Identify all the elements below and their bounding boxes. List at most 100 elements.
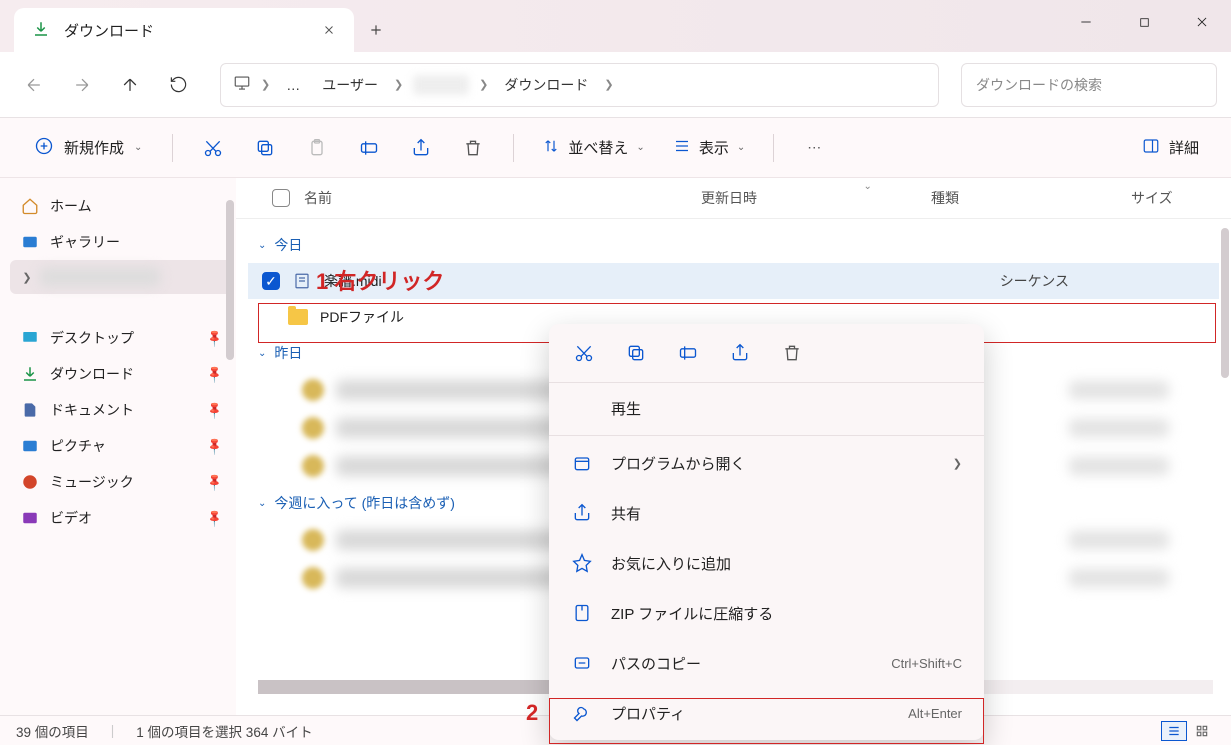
search-input[interactable]: ダウンロードの検索 xyxy=(961,63,1217,107)
wrench-icon xyxy=(571,702,593,724)
breadcrumb-bar[interactable]: ❯ … ユーザー ❯ ❯ ダウンロード ❯ xyxy=(220,63,939,107)
sidebar-item-videos[interactable]: ビデオ 📌 xyxy=(10,500,232,536)
pin-icon[interactable]: 📌 xyxy=(204,364,224,384)
cut-button[interactable] xyxy=(191,128,235,168)
close-window-button[interactable] xyxy=(1173,0,1231,44)
sidebar-item-pictures[interactable]: ピクチャ 📌 xyxy=(10,428,232,464)
sidebar-label: ギャラリー xyxy=(50,232,120,252)
ctx-share[interactable]: 共有 xyxy=(549,488,984,538)
chevron-down-icon: ⌄ xyxy=(258,240,266,251)
ctx-play[interactable]: 再生 xyxy=(549,383,984,433)
view-button[interactable]: 表示 ⌄ xyxy=(663,131,755,165)
sidebar-item-downloads[interactable]: ダウンロード 📌 xyxy=(10,356,232,392)
ctx-label: プロパティ xyxy=(611,703,685,724)
sort-label: 並べ替え xyxy=(568,137,628,158)
view-label: 表示 xyxy=(699,137,729,158)
close-tab-icon[interactable] xyxy=(322,23,336,37)
sidebar-item-redacted[interactable]: ❯ xyxy=(10,260,232,294)
copy-path-icon xyxy=(571,652,593,674)
forward-button[interactable] xyxy=(62,65,102,105)
chevron-right-icon[interactable]: ❯ xyxy=(261,78,270,91)
chevron-right-icon[interactable]: ❯ xyxy=(604,78,613,91)
column-type[interactable]: 種類 xyxy=(931,188,1131,208)
new-tab-button[interactable] xyxy=(354,8,398,52)
sidebar-label: ダウンロード xyxy=(50,364,134,384)
breadcrumb-redacted[interactable] xyxy=(413,75,469,95)
sidebar-redacted xyxy=(40,268,160,286)
toolbar: 新規作成 ⌄ 並べ替え ⌄ 表示 ⌄ ⋯ 詳細 xyxy=(0,118,1231,178)
sidebar-label: ミュージック xyxy=(50,472,134,492)
toolbar-separator xyxy=(773,134,774,162)
document-icon xyxy=(20,400,40,420)
status-item-count: 39 個の項目 xyxy=(16,721,89,741)
chevron-right-icon[interactable]: ❯ xyxy=(394,78,403,91)
pin-icon[interactable]: 📌 xyxy=(204,472,224,492)
main-vertical-scrollbar[interactable] xyxy=(1221,228,1229,378)
pin-icon[interactable]: 📌 xyxy=(204,436,224,456)
paste-button[interactable] xyxy=(295,128,339,168)
column-date[interactable]: 更新日時 xyxy=(701,188,931,208)
details-label: 詳細 xyxy=(1169,137,1199,158)
delete-button[interactable] xyxy=(451,128,495,168)
details-pane-button[interactable]: 詳細 xyxy=(1131,131,1209,165)
breadcrumb-overflow[interactable]: … xyxy=(280,73,306,97)
rename-button[interactable] xyxy=(347,128,391,168)
group-label: 今日 xyxy=(274,235,302,255)
titlebar: ダウンロード xyxy=(0,0,1231,52)
minimize-button[interactable] xyxy=(1057,0,1115,44)
active-tab[interactable]: ダウンロード xyxy=(14,8,354,52)
copy-button[interactable] xyxy=(243,128,287,168)
midi-file-icon xyxy=(292,271,312,291)
ctx-share-button[interactable] xyxy=(727,340,753,366)
sidebar-item-music[interactable]: ミュージック 📌 xyxy=(10,464,232,500)
up-button[interactable] xyxy=(110,65,150,105)
sidebar-label: ピクチャ xyxy=(50,436,106,456)
sidebar-item-home[interactable]: ホーム xyxy=(10,188,232,224)
maximize-button[interactable] xyxy=(1115,0,1173,44)
ctx-cut-button[interactable] xyxy=(571,340,597,366)
this-pc-icon[interactable] xyxy=(233,74,251,95)
share-button[interactable] xyxy=(399,128,443,168)
sidebar-item-gallery[interactable]: ギャラリー xyxy=(10,224,232,260)
file-blurred xyxy=(1069,531,1169,549)
select-all-checkbox[interactable] xyxy=(272,189,290,207)
ctx-copy-button[interactable] xyxy=(623,340,649,366)
breadcrumb-downloads[interactable]: ダウンロード xyxy=(498,71,594,99)
column-name[interactable]: 名前 xyxy=(304,188,332,208)
sidebar-scrollbar[interactable] xyxy=(226,200,234,360)
view-details-button[interactable] xyxy=(1161,721,1187,741)
group-today[interactable]: ⌄ 今日 xyxy=(248,227,1219,263)
new-button[interactable]: 新規作成 ⌄ xyxy=(22,130,154,166)
view-thumbnails-button[interactable] xyxy=(1189,721,1215,741)
breadcrumb-users[interactable]: ユーザー xyxy=(316,71,384,99)
pin-icon[interactable]: 📌 xyxy=(204,508,224,528)
ctx-properties[interactable]: プロパティ Alt+Enter xyxy=(549,688,984,738)
refresh-button[interactable] xyxy=(158,65,198,105)
pin-icon[interactable]: 📌 xyxy=(204,400,224,420)
chevron-right-icon[interactable]: ❯ xyxy=(479,78,488,91)
column-size[interactable]: サイズ xyxy=(1131,188,1211,208)
sidebar-item-desktop[interactable]: デスクトップ 📌 xyxy=(10,320,232,356)
ctx-separator xyxy=(549,435,984,436)
videos-icon xyxy=(20,508,40,528)
ctx-open-with[interactable]: プログラムから開く ❯ xyxy=(549,438,984,488)
chevron-right-icon[interactable]: ❯ xyxy=(20,270,34,284)
ctx-zip[interactable]: ZIP ファイルに圧縮する xyxy=(549,588,984,638)
list-icon xyxy=(673,137,691,159)
ctx-rename-button[interactable] xyxy=(675,340,701,366)
column-sort-indicator[interactable]: ⌄ xyxy=(864,181,872,192)
pin-icon[interactable]: 📌 xyxy=(204,328,224,348)
sort-button[interactable]: 並べ替え ⌄ xyxy=(532,131,654,165)
ctx-favorite[interactable]: お気に入りに追加 xyxy=(549,538,984,588)
more-button[interactable]: ⋯ xyxy=(792,128,836,168)
details-icon xyxy=(1141,137,1161,159)
file-icon-blurred xyxy=(302,379,324,401)
download-icon xyxy=(20,364,40,384)
ctx-delete-button[interactable] xyxy=(779,340,805,366)
checkbox-checked[interactable]: ✓ xyxy=(262,272,280,290)
music-icon xyxy=(20,472,40,492)
ctx-copy-path[interactable]: パスのコピー Ctrl+Shift+C xyxy=(549,638,984,688)
file-icon-blurred xyxy=(302,455,324,477)
sidebar-item-documents[interactable]: ドキュメント 📌 xyxy=(10,392,232,428)
back-button[interactable] xyxy=(14,65,54,105)
